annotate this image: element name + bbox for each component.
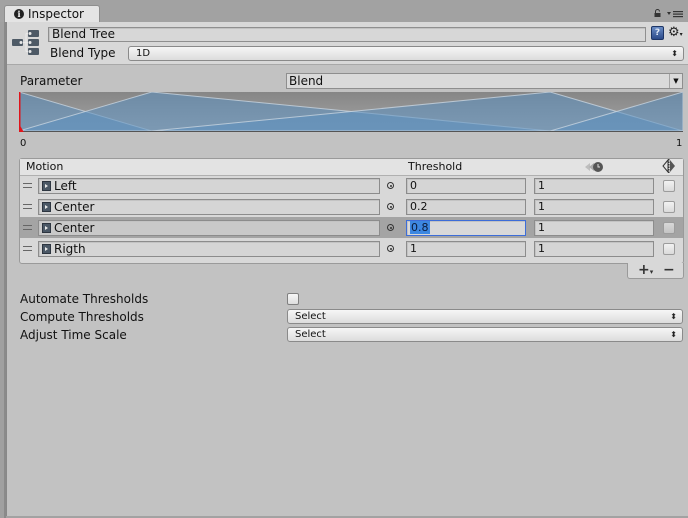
- column-threshold: Threshold: [408, 160, 463, 173]
- dropdown-arrows-icon: ⬍: [671, 49, 678, 58]
- selected-text: 0.8: [410, 221, 430, 234]
- add-motion-button[interactable]: +▾: [638, 263, 653, 279]
- mirror-checkbox[interactable]: [663, 180, 675, 192]
- motion-name: Center: [54, 200, 95, 214]
- blend-tree-name-input[interactable]: Blend Tree: [48, 27, 646, 42]
- time-scale-input[interactable]: 1: [534, 241, 654, 257]
- add-label: +: [638, 262, 650, 278]
- parameter-label: Parameter: [20, 74, 83, 88]
- lock-icon[interactable]: [654, 9, 662, 17]
- blend-type-dropdown[interactable]: 1D ⬍: [128, 46, 684, 61]
- motion-field[interactable]: Rigth: [38, 241, 380, 257]
- blend-type-value: 1D: [136, 48, 151, 59]
- threshold-input[interactable]: 0.2: [406, 199, 526, 215]
- animation-clip-icon: [42, 202, 51, 212]
- animation-clip-icon: [42, 223, 51, 233]
- list-footer: +▾ −: [627, 263, 684, 279]
- dropdown-arrows-icon: ⬍: [670, 330, 677, 339]
- dropdown-arrows-icon: ⬍: [670, 312, 677, 321]
- motion-row[interactable]: Rigth 1 1: [20, 238, 683, 259]
- column-motion: Motion: [26, 160, 64, 173]
- time-scale-input[interactable]: 1: [534, 199, 654, 215]
- mirror-checkbox[interactable]: [663, 222, 675, 234]
- object-picker-icon[interactable]: [387, 224, 394, 231]
- drag-handle-icon[interactable]: [23, 204, 32, 209]
- panel-menu-icon[interactable]: [667, 10, 683, 18]
- mirror-checkbox[interactable]: [663, 201, 675, 213]
- tab-bar: [0, 0, 688, 22]
- automate-thresholds-label: Automate Thresholds: [20, 292, 149, 306]
- animation-clip-icon: [42, 181, 51, 191]
- threshold-input-focused[interactable]: 0.8: [406, 220, 526, 236]
- motion-name: Left: [54, 179, 77, 193]
- motion-field[interactable]: Center: [38, 199, 380, 215]
- object-picker-icon[interactable]: [387, 245, 394, 252]
- mirror-checkbox[interactable]: [663, 243, 675, 255]
- motion-name: Center: [54, 221, 95, 235]
- tab-inspector[interactable]: i Inspector: [4, 5, 100, 22]
- blend-graph[interactable]: [19, 92, 683, 132]
- blend-type-label: Blend Type: [50, 46, 116, 60]
- motion-row[interactable]: Left 0 1: [20, 175, 683, 196]
- mirror-icon: [662, 159, 675, 173]
- info-icon: i: [14, 9, 24, 19]
- graph-baseline: [19, 131, 683, 132]
- motion-field[interactable]: Left: [38, 178, 380, 194]
- animation-clip-icon: [42, 244, 51, 254]
- motion-list-header: [20, 159, 683, 176]
- drag-handle-icon[interactable]: [23, 246, 32, 251]
- adjust-time-scale-label: Adjust Time Scale: [20, 328, 127, 342]
- motion-row[interactable]: Center 0.2 1: [20, 196, 683, 217]
- compute-thresholds-value: Select: [295, 311, 326, 322]
- chevron-down-icon: ▾: [649, 268, 654, 276]
- parameter-value: Blend: [289, 74, 324, 88]
- compute-thresholds-dropdown[interactable]: Select ⬍: [287, 309, 683, 324]
- motion-row-selected[interactable]: Center 0.8 1: [20, 217, 683, 238]
- gear-icon[interactable]: ⚙▾: [668, 26, 684, 40]
- time-scale-input[interactable]: 1: [534, 220, 654, 236]
- range-max-label: 1: [676, 138, 683, 149]
- help-icon[interactable]: ?: [651, 26, 664, 40]
- adjust-time-scale-dropdown[interactable]: Select ⬍: [287, 327, 683, 342]
- object-picker-icon[interactable]: [387, 203, 394, 210]
- threshold-input[interactable]: 1: [406, 241, 526, 257]
- object-picker-icon[interactable]: [387, 182, 394, 189]
- time-scale-icon: [585, 162, 603, 172]
- tab-label: Inspector: [28, 7, 84, 21]
- range-min-label: 0: [20, 138, 27, 149]
- motion-name: Rigth: [54, 242, 86, 256]
- parameter-marker-line: [19, 92, 21, 128]
- drag-handle-icon[interactable]: [23, 225, 32, 230]
- automate-thresholds-checkbox[interactable]: [287, 293, 299, 305]
- chevron-down-icon: ▼: [669, 74, 682, 88]
- drag-handle-icon[interactable]: [23, 183, 32, 188]
- adjust-time-scale-value: Select: [295, 329, 326, 340]
- remove-motion-button[interactable]: −: [663, 263, 675, 277]
- time-scale-input[interactable]: 1: [534, 178, 654, 194]
- motion-field[interactable]: Center: [38, 220, 380, 236]
- compute-thresholds-label: Compute Thresholds: [20, 310, 144, 324]
- parameter-dropdown[interactable]: Blend ▼: [286, 73, 683, 89]
- blend-tree-icon: [12, 30, 39, 55]
- threshold-input[interactable]: 0: [406, 178, 526, 194]
